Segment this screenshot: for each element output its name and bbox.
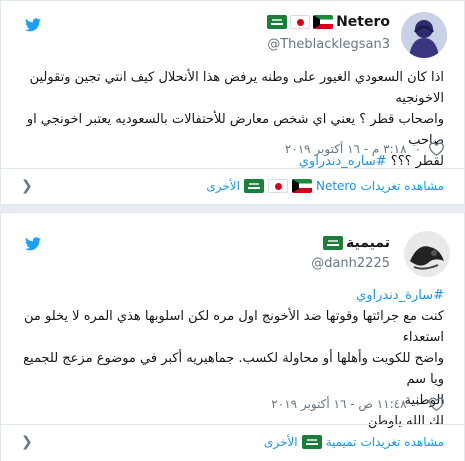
footer-prefix: مشاهده تغريدات xyxy=(360,179,444,193)
footer-prefix: مشاهده تغريدات xyxy=(360,435,444,449)
user-name-row[interactable]: تميمية xyxy=(323,235,390,251)
avatar[interactable] xyxy=(404,231,450,277)
footer-name: تميمية xyxy=(325,435,357,449)
hashtag-link[interactable]: #سارة_دندراوي xyxy=(21,285,444,306)
tweet-meta: ٣:١٨ م - ١٦ أكتوبر ٢٠١٩ ٠ xyxy=(21,142,444,156)
footer-link-text[interactable]: الأخرى تميمية مشاهده تغريدات xyxy=(264,435,444,449)
japan-flag-icon xyxy=(267,179,288,193)
tweet-text-segment: لقطر ؟؟؟ xyxy=(386,154,444,169)
footer-name: Netero xyxy=(315,179,357,193)
chevron-right-icon[interactable]: ❯ xyxy=(21,434,33,450)
heart-icon[interactable] xyxy=(429,397,444,411)
japan-flag-icon xyxy=(290,15,311,29)
kuwait-flag-icon xyxy=(291,179,312,193)
more-tweets-link[interactable]: ❯ الأخرى تميمية مشاهده تغريدات xyxy=(1,426,464,458)
chevron-right-icon[interactable]: ❯ xyxy=(21,178,33,194)
tweet-meta: ١١:٤٨ ص - ١٦ أكتوبر ٢٠١٩ ٠ xyxy=(21,397,444,411)
tweet-text-line: واضح للكويت وأهلها أو محاولة لكسب. جماهي… xyxy=(23,351,444,387)
display-name[interactable]: Netero xyxy=(336,14,390,30)
kuwait-flag-icon xyxy=(313,15,334,29)
tweet-text: اذا كان السعودي الغيور على وطنه يرفض هذا… xyxy=(21,67,444,172)
display-name[interactable]: تميمية xyxy=(346,235,390,251)
divider xyxy=(1,424,464,425)
user-handle[interactable]: @Theblacklegsan3 xyxy=(267,37,390,52)
twitter-bird-icon[interactable] xyxy=(25,18,41,32)
saudi-flag-icon xyxy=(267,15,288,29)
divider xyxy=(1,168,464,169)
saudi-flag-icon xyxy=(301,435,322,449)
heart-icon[interactable] xyxy=(429,142,444,156)
like-count: ٠ xyxy=(414,142,421,156)
saudi-flag-icon xyxy=(323,236,344,250)
saudi-flag-icon xyxy=(243,179,264,193)
hashtag-link[interactable]: #ساره_دندراوي xyxy=(299,154,387,169)
avatar[interactable] xyxy=(401,12,447,58)
tweet-text-line: كنت مع جرائتها وقوتها ضد الأخونج اول مره… xyxy=(24,309,444,345)
tweet-card[interactable]: تميمية @danh2225 #سارة_دندراوي كنت مع جر… xyxy=(0,212,465,461)
timestamp[interactable]: ١١:٤٨ ص - ١٦ أكتوبر ٢٠١٩ xyxy=(271,397,406,411)
footer-suffix: الأخرى xyxy=(263,435,298,449)
more-tweets-link[interactable]: ❯ الأخرى Netero مشاهده تغريدات xyxy=(1,170,464,202)
user-handle[interactable]: @danh2225 xyxy=(311,256,390,271)
twitter-bird-icon[interactable] xyxy=(25,237,41,251)
tweet-text-line: اذا كان السعودي الغيور على وطنه يرفض هذا… xyxy=(29,70,444,106)
footer-suffix: الأخرى xyxy=(206,179,240,193)
tweet-card[interactable]: Netero @Theblacklegsan3 اذا كان السعودي … xyxy=(0,0,465,205)
timestamp[interactable]: ٣:١٨ م - ١٦ أكتوبر ٢٠١٩ xyxy=(285,142,407,156)
footer-link-text[interactable]: الأخرى Netero مشاهده تغريدات xyxy=(206,179,444,193)
like-count: ٠ xyxy=(414,397,421,411)
user-name-row[interactable]: Netero xyxy=(267,14,390,30)
